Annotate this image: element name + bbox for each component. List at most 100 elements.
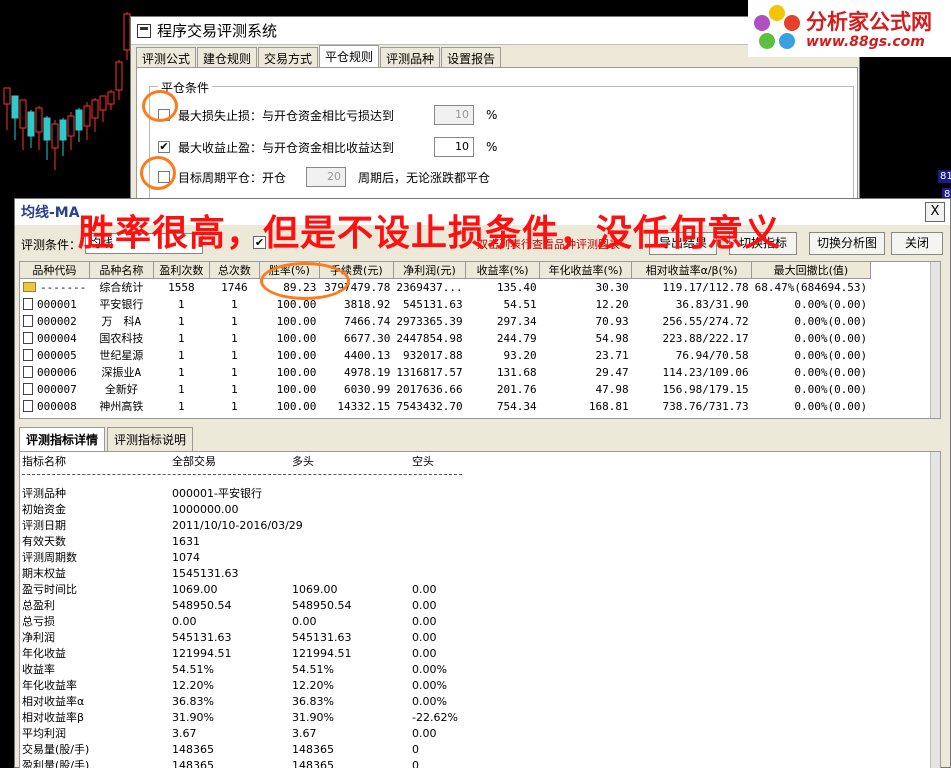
detail-cell: 121994.51 (172, 647, 232, 660)
results-table[interactable]: 品种代码 品种名称 盈利次数 总次数 胜率(%) 手续费(元) 净利润(元) 收… (19, 261, 941, 419)
table-row[interactable]: 000008 神州高铁 1 1 100.00 14332.15 7543432.70 754.… (20, 398, 870, 415)
tab-formula[interactable]: 评测公式 (136, 47, 197, 67)
col-return[interactable]: 收益率(%) (465, 262, 541, 279)
col-relative-return[interactable]: 相对收益率α/β(%) (631, 262, 753, 279)
cell-text: 1 (231, 382, 238, 396)
take-profit-label: 最大收益止盈：与开仓资金相比收益达到 (178, 140, 395, 155)
col-net-profit[interactable]: 净利润(元) (393, 262, 467, 279)
cell-text: 738.76/731.73 (662, 399, 749, 413)
detail-cell: 148365 (292, 743, 334, 756)
cell-rel: 256.55/274.72 (632, 313, 752, 330)
close-icon[interactable]: X (925, 202, 945, 222)
document-icon (23, 399, 33, 412)
cell-profit: 2369437... (393, 279, 465, 296)
cell-text: 1 (231, 365, 238, 379)
cell-ret: 135.40 (466, 279, 540, 296)
detail-cell: 评测日期 (22, 519, 66, 532)
cell-dd: 0.00%(0.00) (752, 398, 871, 415)
cell-total: 1 (209, 330, 259, 347)
table-row[interactable]: ------- 综合统计 1558 1746 89.23 3797479.78 236943… (20, 279, 870, 296)
table-row[interactable]: 000006 深振业A 1 1 100.00 4978.19 1316817.57 131.6… (20, 364, 870, 381)
cell-total: 1 (209, 347, 259, 364)
detail-cell: 0.00 (412, 599, 437, 612)
table-row[interactable]: 000002 万 科A 1 1 100.00 7466.74 2973365.39 297.3… (20, 313, 870, 330)
logo-url-text: www.88gs.com (806, 34, 925, 50)
tab-trade-mode[interactable]: 交易方式 (258, 47, 319, 67)
tab-indicator-notes[interactable]: 评测指标说明 (107, 427, 194, 451)
cell-rel: 36.83/31.90 (632, 296, 752, 313)
condition-label: 评测条件： (21, 238, 82, 252)
cell-code: 000005 (20, 347, 89, 364)
col-max-drawdown[interactable]: 最大回撤比(值) (751, 262, 871, 279)
cell-text: 1 (231, 348, 238, 362)
detail-cell: 初始资金 (22, 503, 66, 516)
table-row[interactable]: 000005 世纪星源 1 1 100.00 4400.13 932017.88 93.20 2… (20, 347, 870, 364)
candle-body (3, 87, 11, 105)
cell-text: 114.23/109.06 (662, 365, 749, 379)
col-wins[interactable]: 盈利次数 (153, 262, 210, 279)
document-icon (23, 314, 33, 327)
detail-divider (22, 474, 462, 475)
cell-text: 244.79 (496, 331, 537, 345)
cell-text: 1 (178, 382, 185, 396)
cell-text: 深振业A (101, 366, 142, 379)
detail-cell: 盈利量(股/手) (22, 759, 90, 768)
cell-code: ------- (20, 279, 89, 296)
detail-tabs: 评测指标详情 评测指标说明 (19, 427, 195, 451)
close-results-button[interactable]: 关闭 (891, 232, 943, 255)
table-row[interactable]: 000004 国农科技 1 1 100.00 6677.30 2447854.98 244.7… (20, 330, 870, 347)
cell-fee: 4400.13 (319, 347, 393, 364)
cell-code: 000006 (20, 364, 89, 381)
detail-cell: 545131.63 (172, 631, 232, 644)
cell-rate: 100.00 (259, 381, 319, 398)
table-row[interactable]: 000007 全新好 1 1 100.00 6030.99 2017636.66 201.76… (20, 381, 870, 398)
cell-text: 135.40 (496, 280, 537, 294)
tab-instruments[interactable]: 评测品种 (380, 47, 441, 67)
switch-chart-button[interactable]: 切换分析图 (809, 232, 885, 255)
cell-ret: 754.34 (466, 398, 540, 415)
detail-scrollbar[interactable] (930, 452, 940, 768)
cell-name: 全新好 (89, 381, 153, 398)
cell-dd: 68.47%(684694.53) (752, 279, 871, 296)
cell-text: 6030.99 (344, 382, 391, 396)
period-exit-input[interactable]: 20 (306, 167, 346, 187)
detail-cell: 0.00 (412, 583, 437, 596)
cell-wins: 1 (153, 381, 209, 398)
table-row[interactable]: 000001 平安银行 1 1 100.00 3818.92 545131.63 54.51 1… (20, 296, 870, 313)
cell-text: 000004 (37, 331, 77, 345)
tab-report-settings[interactable]: 设置报告 (441, 47, 502, 67)
cell-text: 0.00%(0.00) (794, 348, 868, 362)
stop-loss-unit: % (486, 108, 498, 122)
cell-text: 0.00%(0.00) (794, 365, 868, 379)
cell-code: 000007 (20, 381, 89, 398)
col-code[interactable]: 品种代码 (20, 262, 90, 279)
indicator-details-panel: 指标名称 全部交易 多头 空头 评测品种 000001-平安银行 初始资金 10000… (19, 451, 941, 768)
cell-wins: 1558 (153, 279, 209, 296)
tab-indicator-details[interactable]: 评测指标详情 (19, 427, 106, 451)
cell-dd: 0.00%(0.00) (752, 364, 871, 381)
col-total[interactable]: 总次数 (209, 262, 260, 279)
annotation-ring-period (140, 156, 176, 190)
candle-body (51, 123, 59, 149)
cell-text: 100.00 (276, 348, 317, 362)
stop-loss-input[interactable]: 10 (434, 105, 474, 125)
cell-fee: 3818.92 (319, 296, 393, 313)
cell-profit: 7543432.70 (393, 398, 465, 415)
cell-text: 256.55/274.72 (662, 314, 749, 328)
side-price-label: 81 (938, 170, 951, 183)
cell-wins: 1 (153, 330, 209, 347)
col-annual-return[interactable]: 年化收益率(%) (539, 262, 633, 279)
tab-exit-rules[interactable]: 平仓规则 (319, 45, 380, 67)
detail-cell: 0.00 (292, 615, 317, 628)
detail-cell: 年化收益率 (22, 679, 77, 692)
cell-code: 000008 (20, 398, 89, 415)
table-scrollbar[interactable] (930, 262, 940, 418)
detail-cell: 1631 (172, 535, 200, 548)
take-profit-input[interactable]: 10 (434, 137, 474, 157)
tab-entry-rules[interactable]: 建仓规则 (197, 47, 258, 67)
detail-cell: 0.00 (412, 727, 437, 740)
cell-fee: 14332.15 (319, 398, 393, 415)
col-name[interactable]: 品种名称 (89, 262, 154, 279)
take-profit-checkbox[interactable]: ✔ (158, 141, 170, 153)
candle-body (43, 117, 51, 141)
